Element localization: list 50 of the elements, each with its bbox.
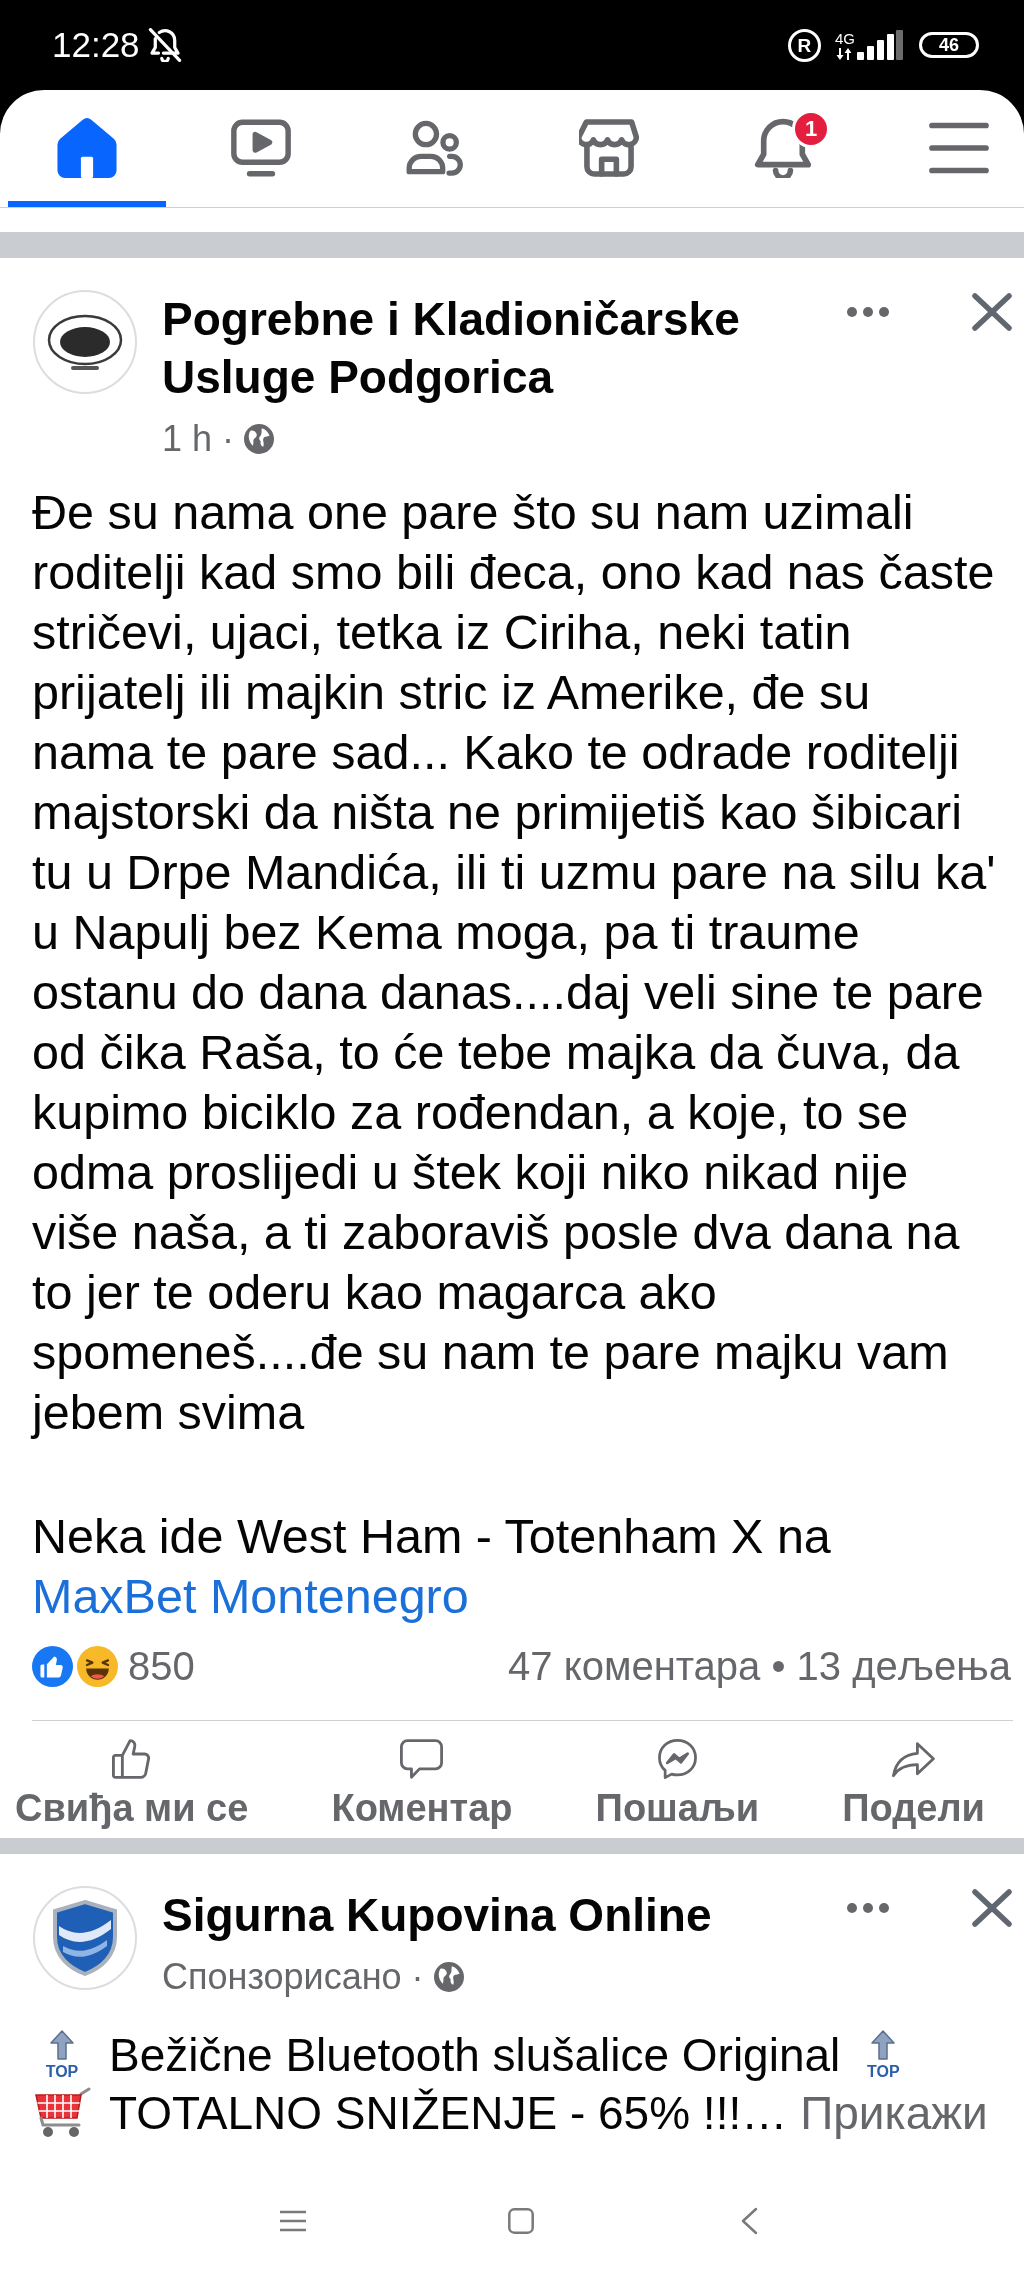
- close-icon[interactable]: [972, 1889, 1012, 1927]
- up-arrow-icon: [50, 2030, 74, 2060]
- post-meta: Спонзорисано ·: [162, 1955, 424, 1999]
- storefront-icon: [579, 118, 639, 178]
- video-play-icon: [231, 118, 291, 178]
- messenger-icon: [655, 1739, 699, 1779]
- share-arrow-icon: [892, 1739, 936, 1779]
- ad-text: TOTALNO SNIŽENJE - 65% !!!…: [109, 2086, 788, 2141]
- post-text: Neka ide West Ham - Totenham X na MaxBet Montenegro: [32, 1508, 832, 1625]
- laughing-reaction-icon: [77, 1645, 118, 1687]
- share-button[interactable]: Подели: [842, 1721, 985, 1838]
- globe-icon: [244, 424, 275, 454]
- notification-badge: 1: [792, 110, 830, 148]
- close-icon[interactable]: [972, 293, 1012, 331]
- top-label: TOP: [45, 2063, 79, 2080]
- top-label: TOP: [867, 2063, 900, 2080]
- data-arrows-icon: [836, 48, 854, 60]
- engagement-counts[interactable]: 47 коментара • 13 дељења: [508, 1642, 1011, 1690]
- reaction-count[interactable]: 850: [128, 1642, 195, 1690]
- post-text: Đe su nama one pare što su nam uzimali roditelji kad smo bili đeca, ono kad nas časte stričevi, ujaci, tetka iz Ciriha, neki tatin prijatelj ili majkin stric iz Amerike, đe su nama te pare sad... Kako te odrade roditelji majstorski da ništa ne primijetiš kao šibicari tu u Drpe Mandića, ili ti uzmu pare na silu ka' u Napulj bez Kema moga, pa ti traume ostanu do dana danas....daj veli sine te pare od čika Raša, to će tebe majka da čuva, da kupimo biciklo za rođendan, a koje, to se odma proslijedi u štek koji niko nikad nije više naša, a ti zaboraviš posle dva dana na to jer te oderu kao magarca ako spomeneš....đe su nam te pare majku vam jebem svima: [32, 484, 997, 1441]
- ad-text: Bežične Bluetooth slušalice Original: [109, 2028, 841, 2083]
- square-icon[interactable]: [508, 2208, 534, 2234]
- back-icon[interactable]: [740, 2207, 758, 2235]
- shield-avatar[interactable]: [33, 1886, 137, 1990]
- house-icon: [57, 118, 117, 178]
- page-name[interactable]: Sigurna Kupovina Online: [162, 1886, 847, 1944]
- page-name[interactable]: Pogrebne i Kladioničarske Usluge Podgorica: [162, 290, 847, 406]
- network-type-label: 4G: [835, 31, 855, 46]
- like-reaction-icon: [32, 1645, 73, 1687]
- post-meta: 1 h ·: [162, 417, 235, 461]
- more-options-icon[interactable]: [847, 307, 889, 317]
- menu-icon[interactable]: [280, 2210, 306, 2232]
- see-more-link[interactable]: Прикажи: [800, 2084, 988, 2142]
- up-arrow-icon: [871, 2030, 896, 2060]
- page-link[interactable]: MaxBet Montenegro: [32, 1569, 469, 1623]
- like-button[interactable]: Свиђа ми се: [15, 1721, 249, 1838]
- signal-bars-icon: [857, 30, 903, 60]
- speech-bubble-icon: [400, 1739, 444, 1779]
- shopping-cart-icon: [33, 2087, 91, 2139]
- bell-muted-icon: [147, 28, 182, 62]
- battery-indicator: 46: [919, 32, 979, 58]
- comment-button[interactable]: Коментар: [331, 1721, 513, 1838]
- notifications-tab[interactable]: 1: [704, 90, 862, 207]
- roaming-indicator: R: [788, 28, 821, 62]
- people-icon: [405, 118, 465, 178]
- page-avatar[interactable]: [33, 290, 137, 394]
- send-button[interactable]: Пошаљи: [595, 1721, 760, 1838]
- status-time: 12:28: [52, 25, 140, 65]
- more-options-icon[interactable]: [847, 1903, 889, 1913]
- globe-icon: [433, 1962, 464, 1992]
